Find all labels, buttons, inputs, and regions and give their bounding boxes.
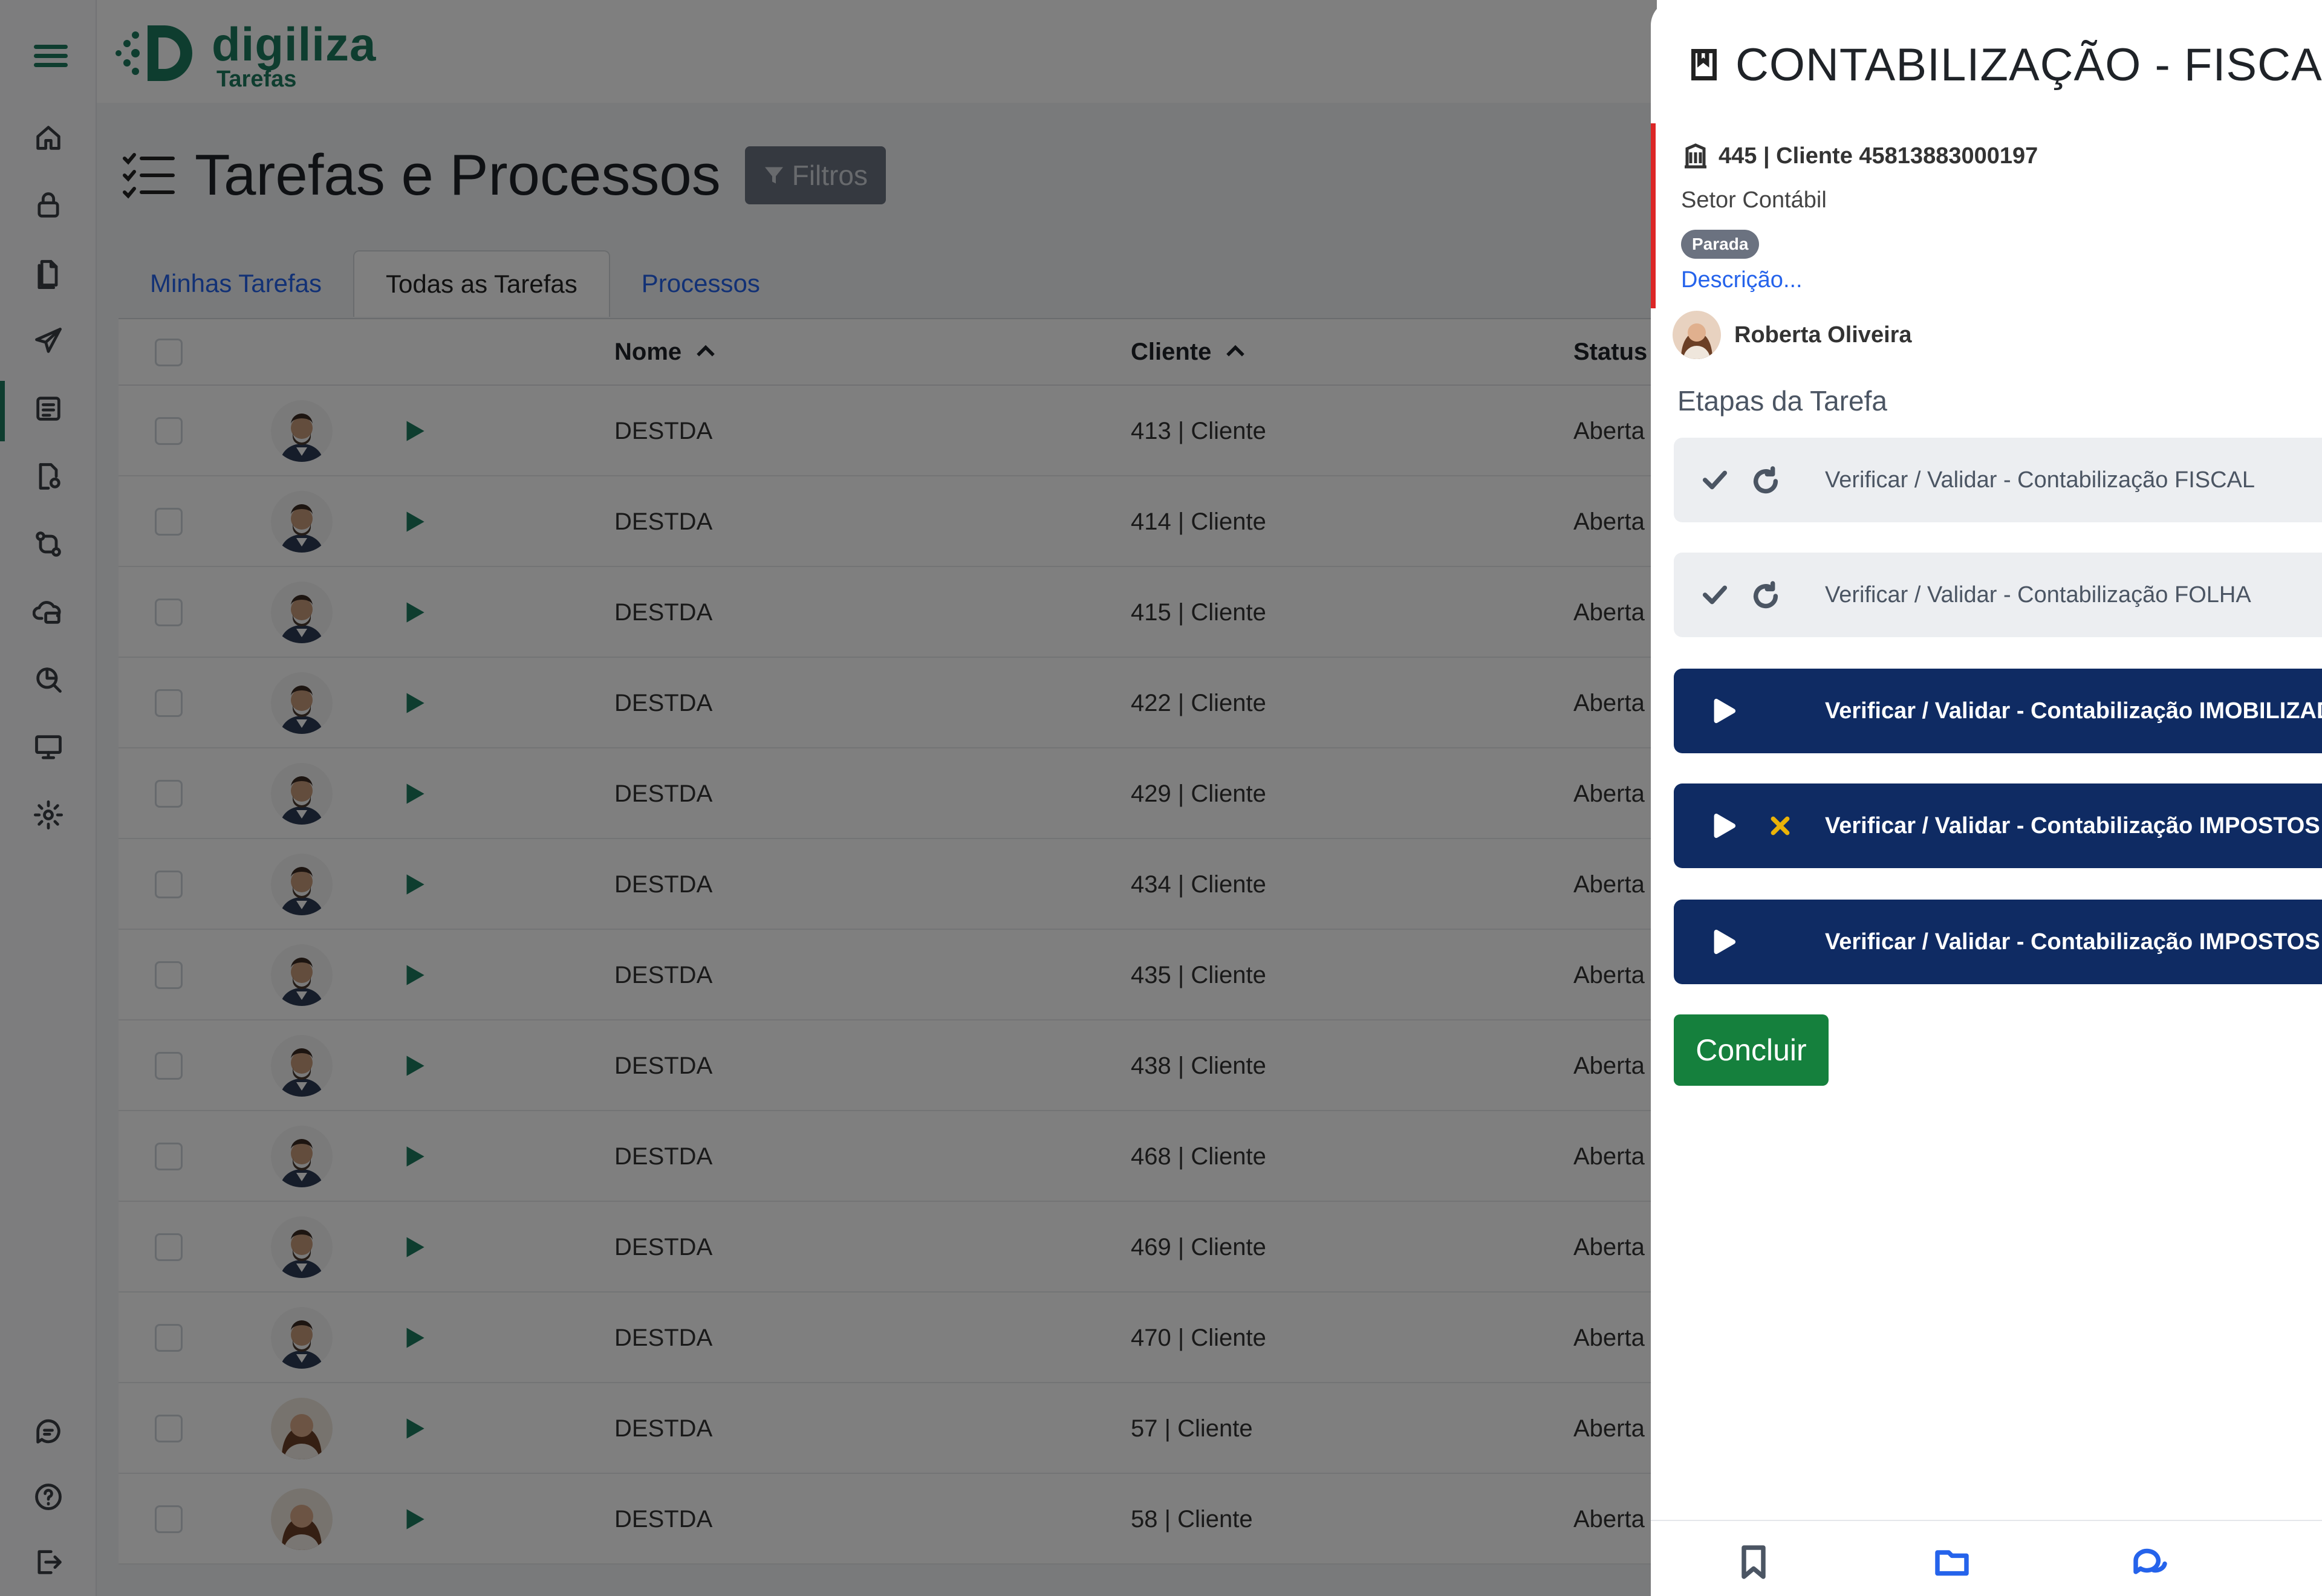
client-name: 445 | Cliente 45813883000197	[1719, 143, 2038, 169]
concluir-button[interactable]: Concluir	[1674, 1014, 1829, 1086]
step-label: Verificar / Validar - Contabilização IMP…	[1825, 929, 2322, 955]
step-label: Verificar / Validar - Contabilização IMO…	[1825, 698, 2322, 724]
comments-icon[interactable]	[2131, 1543, 2170, 1581]
task-detail-panel: CONTABILIZAÇÃO - FISCAL, FO 445 | Client…	[1651, 0, 2322, 1596]
redo-icon[interactable]	[1749, 464, 1783, 498]
play-icon[interactable]	[1706, 925, 1740, 959]
sector-label: Setor Contábil	[1681, 187, 1827, 213]
check-icon	[1698, 578, 1732, 612]
step-item[interactable]: Verificar / Validar - Contabilização IMP…	[1674, 783, 2322, 868]
building-icon	[1685, 143, 1706, 169]
redo-icon[interactable]	[1749, 579, 1783, 613]
book-icon	[1691, 49, 1717, 80]
step-label: Verificar / Validar - Contabilização FIS…	[1825, 467, 2255, 493]
avatar	[1673, 311, 1721, 359]
client-line: 445 | Cliente 45813883000197	[1681, 141, 2038, 170]
assignee: Roberta Oliveira	[1673, 311, 1912, 359]
step-item[interactable]: Verificar / Validar - Contabilização FOL…	[1674, 553, 2322, 637]
check-icon	[1698, 463, 1732, 497]
folder-icon[interactable]	[1933, 1543, 1971, 1581]
step-item[interactable]: Verificar / Validar - Contabilização FIS…	[1674, 438, 2322, 522]
step-item[interactable]: Verificar / Validar - Contabilização IMP…	[1674, 900, 2322, 984]
close-icon[interactable]	[1763, 809, 1797, 843]
panel-title: CONTABILIZAÇÃO - FISCAL, FO	[1735, 39, 2322, 91]
assignee-name: Roberta Oliveira	[1734, 322, 1912, 348]
step-label: Verificar / Validar - Contabilização IMP…	[1825, 813, 2322, 839]
bookmark-icon[interactable]	[1734, 1543, 1773, 1581]
panel-footer	[1651, 1520, 2322, 1596]
step-label: Verificar / Validar - Contabilização FOL…	[1825, 582, 2251, 608]
modal-backdrop[interactable]	[0, 0, 1657, 1596]
step-item[interactable]: Verificar / Validar - Contabilização IMO…	[1674, 669, 2322, 753]
description-link[interactable]: Descrição...	[1681, 267, 1803, 293]
play-icon[interactable]	[1706, 809, 1740, 843]
play-icon[interactable]	[1706, 694, 1740, 728]
task-info: 445 | Cliente 45813883000197 Setor Contá…	[1651, 123, 2322, 308]
panel-header: CONTABILIZAÇÃO - FISCAL, FO	[1686, 37, 2322, 92]
status-badge: Parada	[1681, 230, 1760, 259]
steps-title: Etapas da Tarefa	[1677, 385, 1887, 417]
